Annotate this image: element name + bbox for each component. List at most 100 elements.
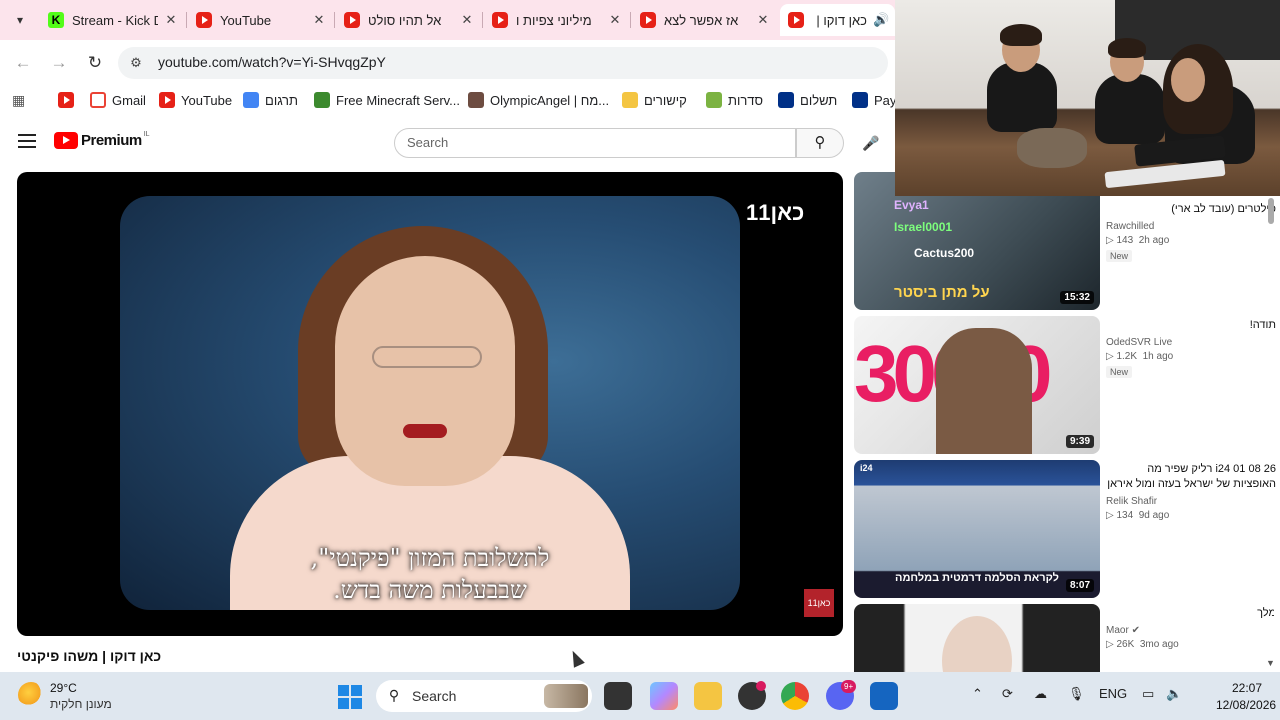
- tv-icon: [706, 92, 722, 108]
- recommendation-title[interactable]: תודה!: [1106, 318, 1276, 333]
- speaker-icon[interactable]: 🔊: [873, 12, 889, 28]
- avatar-icon: [468, 92, 484, 108]
- bookmark-payment[interactable]: תשלום: [778, 90, 837, 110]
- webcam-person-left: [987, 62, 1057, 132]
- url-text[interactable]: youtube.com/watch?v=Yi-SHvqgZpY: [158, 54, 386, 70]
- network-icon[interactable]: ▭: [1142, 686, 1154, 702]
- search-button[interactable]: ⚲: [796, 128, 844, 158]
- close-icon[interactable]: ✕: [312, 12, 326, 28]
- scroll-down-arrow-icon[interactable]: ▼: [1266, 658, 1275, 668]
- windows-start-icon[interactable]: [338, 685, 362, 709]
- taskbar: 29°C מעונן חלקית ⚲ Search 9+ ⌃ ⟳ ☁ 🎙 ENG…: [0, 672, 1280, 720]
- remote-desktop-icon[interactable]: [870, 682, 898, 710]
- scrollbar[interactable]: [1266, 196, 1274, 666]
- menu-icon[interactable]: [18, 134, 36, 148]
- paypal-icon: [852, 92, 868, 108]
- bookmark-translate[interactable]: תרגום: [243, 90, 298, 110]
- bookmark-gmail[interactable]: Gmail: [90, 90, 146, 110]
- video-thumbnail[interactable]: [854, 604, 1100, 672]
- tab-search-chevron-icon[interactable]: ▾: [8, 8, 32, 32]
- youtube-logo-icon: [54, 132, 78, 149]
- weather-description[interactable]: מעונן חלקית: [50, 697, 112, 711]
- thumbnail-person: [942, 616, 1012, 672]
- tab-video-4[interactable]: אז אפשר לצא ✕: [632, 4, 778, 36]
- microphone-icon[interactable]: 🎙: [1068, 686, 1085, 702]
- bookmark-olympicangel[interactable]: OlympicAngel | מח...: [468, 90, 609, 110]
- bookmark-youtube[interactable]: YouTube: [159, 90, 232, 110]
- tab-separator: [186, 12, 187, 28]
- file-explorer-icon[interactable]: [694, 682, 722, 710]
- channel-name[interactable]: OdedSVR Live: [1106, 337, 1276, 348]
- language-indicator[interactable]: ENG: [1099, 686, 1127, 701]
- search-input[interactable]: Search: [394, 128, 796, 158]
- bookmark-youtube-shortcut[interactable]: [58, 90, 80, 110]
- bookmarks-bar: ▦ Gmail YouTube תרגום Free Minecraft Ser…: [0, 86, 895, 114]
- scrollbar-thumb[interactable]: [1268, 198, 1274, 224]
- tab-kick[interactable]: K Stream - Kick D ✕: [40, 4, 186, 36]
- chevron-up-icon[interactable]: ⌃: [972, 686, 983, 702]
- clock-date[interactable]: 12/08/2026: [1216, 698, 1276, 712]
- close-icon[interactable]: ✕: [164, 12, 178, 28]
- cloud-offline-icon[interactable]: ☁: [1034, 686, 1047, 702]
- copilot-icon[interactable]: [650, 682, 678, 710]
- taskbar-search[interactable]: ⚲ Search: [376, 680, 592, 712]
- recommendation-item[interactable]: i24 לקראת הסלמה דרמטית במלחמה 8:07 i24 0…: [854, 460, 1276, 600]
- channel-logo-i24: i24: [860, 463, 873, 473]
- apps-grid-icon[interactable]: ▦: [12, 90, 25, 110]
- clock-time[interactable]: 22:07: [1232, 681, 1262, 695]
- recommendation-item[interactable]: מלך Maor ✔ ▷ 26K 3mo ago: [854, 604, 1274, 672]
- tab-active-video[interactable]: כאן דוקו | מ 🔊: [780, 4, 895, 36]
- chat-overlay-name: Israel0001: [894, 220, 953, 234]
- bookmark-minecraft[interactable]: Free Minecraft Serv...: [314, 90, 460, 110]
- back-arrow-icon[interactable]: ←: [12, 52, 34, 74]
- video-meta: ▷ 134 9d ago: [1106, 510, 1170, 521]
- volume-icon[interactable]: 🔈: [1166, 686, 1182, 702]
- reload-icon[interactable]: ↻: [84, 52, 106, 74]
- recommendation-item[interactable]: 30000 9:39 תודה! OdedSVR Live ▷ 1.2K 1h …: [854, 316, 1276, 456]
- bookmark-paypal[interactable]: PayP: [852, 90, 895, 110]
- task-view-icon[interactable]: [604, 682, 632, 710]
- bookmark-folder-links[interactable]: קישורים: [622, 90, 687, 110]
- chrome-icon[interactable]: [781, 682, 809, 710]
- webcam-person-center-hair: [1108, 38, 1146, 58]
- forward-arrow-icon[interactable]: →: [48, 52, 70, 74]
- tab-video-3[interactable]: מיליוני צפיות ו ✕: [484, 4, 630, 36]
- recommendation-title[interactable]: מלך: [1106, 606, 1274, 621]
- bookmark-series[interactable]: סדרות: [706, 90, 763, 110]
- video-title: כאן דוקו | משהו פיקנטי: [17, 648, 162, 664]
- close-icon[interactable]: ✕: [608, 12, 622, 28]
- channel-name[interactable]: Relik Shafir: [1106, 496, 1276, 507]
- tab-youtube[interactable]: YouTube ✕: [188, 4, 334, 36]
- video-meta: ▷ 26K 3mo ago: [1106, 639, 1179, 650]
- screen: ▾ K Stream - Kick D ✕ YouTube ✕ אל תהיו …: [0, 0, 1280, 720]
- duration-badge: 8:07: [1065, 579, 1094, 592]
- recommendation-title[interactable]: i24 01 08 26 רליק שפיר מה האופציות של יש…: [1106, 462, 1276, 492]
- video-thumbnail[interactable]: 30000 9:39: [854, 316, 1100, 454]
- weather-icon[interactable]: [18, 682, 44, 708]
- recommendation-title[interactable]: פילטרים (עובד לב ארי): [1106, 202, 1276, 217]
- search-icon: ⚲: [388, 687, 400, 703]
- thumbnail-text: לקראת הסלמה דרמטית במלחמה: [895, 572, 1059, 584]
- youtube-premium-logo[interactable]: Premium IL: [54, 131, 150, 149]
- youtube-icon: [492, 12, 508, 28]
- address-bar[interactable]: ⚙ youtube.com/watch?v=Yi-SHvqgZpY: [118, 47, 888, 79]
- discord-notification-badge: 9+: [841, 680, 857, 693]
- tab-video-2[interactable]: אל תהיו סולט ✕: [336, 4, 482, 36]
- browser-toolbar: ← → ↻ ⚙ youtube.com/watch?v=Yi-SHvqgZpY: [0, 40, 895, 86]
- video-player[interactable]: לתשלובת המזון "פיקנטי", שבבעלות משה בדש.…: [17, 172, 843, 636]
- youtube-icon: [788, 12, 804, 28]
- sync-icon[interactable]: ⟳: [1002, 686, 1013, 702]
- close-icon[interactable]: ✕: [460, 12, 474, 28]
- chat-overlay-name: Cactus200: [914, 246, 975, 260]
- site-settings-icon[interactable]: ⚙: [128, 55, 144, 71]
- weather-temperature[interactable]: 29°C: [50, 681, 77, 695]
- microphone-icon[interactable]: 🎤: [858, 130, 884, 156]
- channel-name[interactable]: Rawchilled: [1106, 221, 1276, 232]
- video-thumbnail[interactable]: i24 לקראת הסלמה דרמטית במלחמה 8:07: [854, 460, 1100, 598]
- subtitle-line-1: לתשלובת המזון "פיקנטי",: [310, 544, 550, 572]
- close-icon[interactable]: ✕: [756, 12, 770, 28]
- webcam-overlay: [895, 0, 1280, 196]
- paypal-icon: [778, 92, 794, 108]
- channel-name[interactable]: Maor ✔: [1106, 625, 1274, 636]
- new-badge: New: [1106, 250, 1133, 262]
